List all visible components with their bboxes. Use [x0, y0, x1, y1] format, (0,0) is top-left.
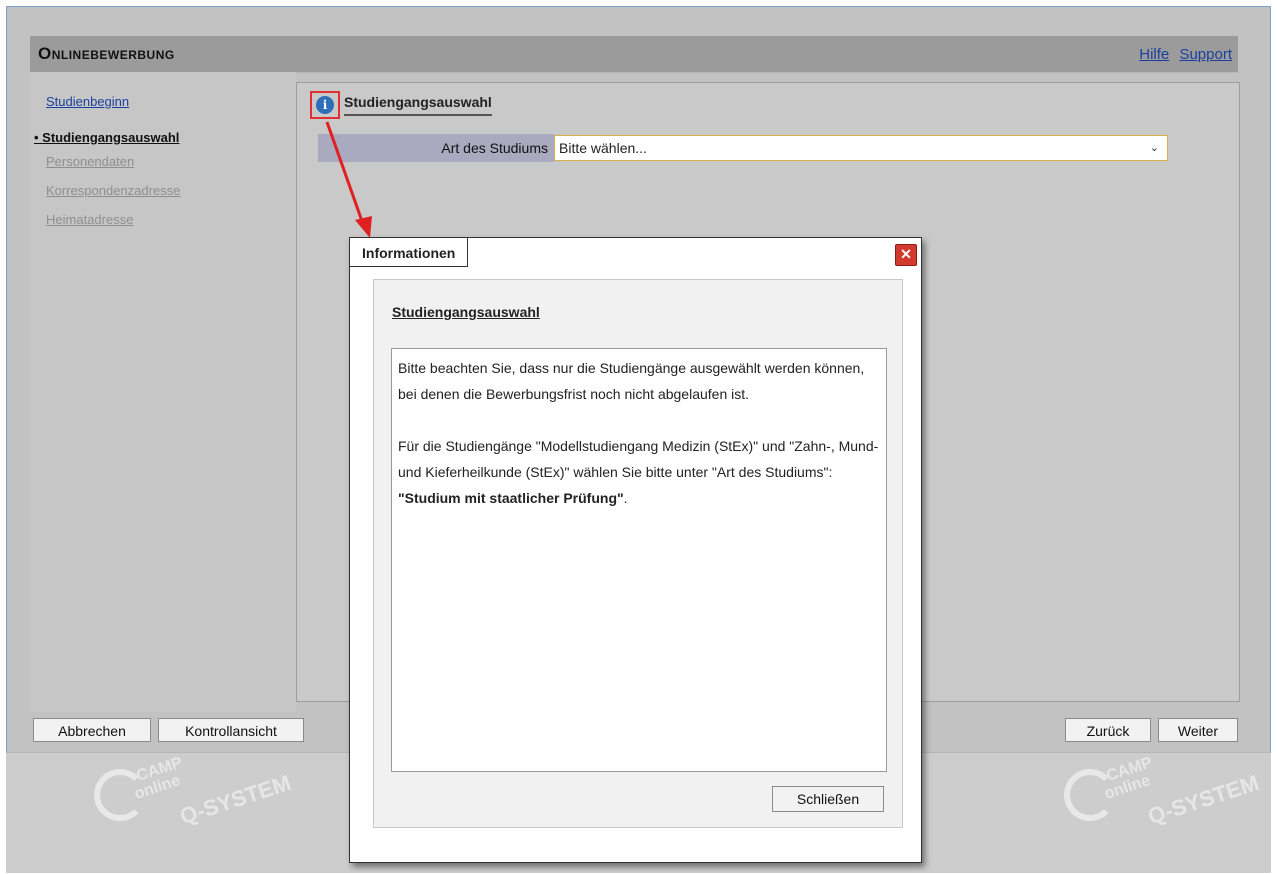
study-type-select[interactable]: Bitte wählen... ⌄ — [554, 135, 1168, 161]
nav-item-personendaten: Personendaten — [46, 154, 135, 169]
info-icon[interactable]: i — [316, 96, 334, 114]
app-title: Onlinebewerbung — [38, 44, 175, 63]
chevron-down-icon: ⌄ — [1149, 142, 1159, 154]
section-title: Studiengangsauswahl — [344, 94, 492, 116]
support-link[interactable]: Support — [1179, 46, 1232, 63]
dialog-title: Informationen — [350, 238, 469, 267]
section-header: i Studiengangsauswahl — [310, 91, 492, 119]
close-button[interactable]: Schließen — [772, 786, 884, 812]
dialog-paragraph-emphasis: "Studium mit staatlicher Prüfung" — [398, 490, 624, 506]
dialog-text: Bitte beachten Sie, dass nur die Studien… — [391, 348, 887, 772]
info-icon-highlight[interactable]: i — [310, 91, 340, 119]
help-link[interactable]: Hilfe — [1139, 46, 1169, 63]
dialog-heading: Studiengangsauswahl — [392, 304, 540, 320]
nav-item-heimatadresse: Heimatadresse — [46, 212, 134, 227]
dialog-paragraph-text: Für die Studiengänge "Modellstudiengang … — [398, 438, 879, 480]
next-button[interactable]: Weiter — [1158, 718, 1238, 742]
watermark-text: Q-SYSTEM — [1144, 769, 1262, 830]
study-type-row: Art des Studiums Bitte wählen... ⌄ — [318, 134, 1168, 162]
nav-item-korrespondenzadresse: Korrespondenzadresse — [46, 183, 181, 198]
nav-item-studiengangsauswahl[interactable]: • Studiengangsauswahl — [34, 130, 179, 145]
study-type-label: Art des Studiums — [318, 134, 554, 162]
sidebar-nav: Studienbeginn • Studiengangsauswahl Pers… — [30, 72, 296, 712]
dialog-paragraph: Bitte beachten Sie, dass nur die Studien… — [398, 360, 865, 402]
cancel-button[interactable]: Abbrechen — [33, 718, 151, 742]
close-icon[interactable]: ✕ — [895, 244, 917, 266]
info-dialog: Informationen ✕ Studiengangsauswahl Bitt… — [349, 237, 922, 863]
study-type-value: Bitte wählen... — [559, 140, 647, 156]
dialog-paragraph-suffix: . — [623, 490, 628, 506]
app-header: Onlinebewerbung Hilfe Support — [30, 36, 1238, 73]
nav-item-label: Studiengangsauswahl — [42, 130, 180, 145]
nav-item-studienbeginn[interactable]: Studienbeginn — [46, 94, 129, 109]
dialog-body: Studiengangsauswahl Bitte beachten Sie, … — [373, 279, 903, 828]
back-button[interactable]: Zurück — [1065, 718, 1151, 742]
header-links: Hilfe Support — [1133, 46, 1232, 63]
watermark-text: Q-SYSTEM — [176, 769, 294, 830]
dialog-paragraph: Für die Studiengänge "Modellstudiengang … — [398, 433, 880, 511]
overview-button[interactable]: Kontrollansicht — [158, 718, 304, 742]
